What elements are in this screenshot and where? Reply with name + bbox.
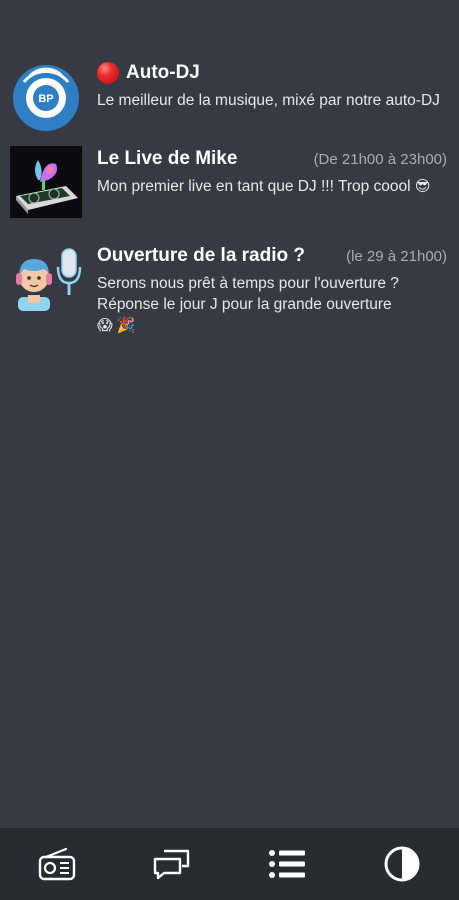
contrast-icon [384,846,420,882]
nav-chat-button[interactable] [142,839,202,889]
list-item[interactable]: BP Auto-DJ Le meilleur de la musique, mi… [0,56,459,146]
nav-list-button[interactable] [257,839,317,889]
show-emoji: 😱 🎉 [97,317,136,334]
show-title-text: Le Live de Mike [97,148,238,169]
show-time: (De 21h00 à 23h00) [313,150,447,168]
show-content: Auto-DJ Le meilleur de la musique, mixé … [97,62,447,111]
show-description: Serons nous prêt à temps pour l'ouvertur… [97,273,447,336]
show-title: Le Live de Mike [97,148,237,170]
list-item[interactable]: Ouverture de la radio ? (le 29 à 21h00) … [0,243,459,353]
radio-logo-thumbnail: BP [10,62,82,134]
show-time: (le 29 à 21h00) [346,247,447,265]
list-icon [268,850,305,878]
show-title-text: Auto-DJ [126,62,200,83]
bottom-navigation [0,828,459,900]
presenter-thumbnail [10,243,82,315]
radio-icon [39,847,76,881]
nav-theme-button[interactable] [372,839,432,889]
show-description: Le meilleur de la musique, mixé par notr… [97,92,440,109]
show-description-text: Serons nous prêt à temps pour l'ouvertur… [97,275,399,313]
show-title: Ouverture de la radio ? [97,245,305,267]
presenter-microphone-icon [16,248,82,311]
show-emoji: 😎 [414,178,431,195]
show-title: Auto-DJ [97,62,200,84]
nav-radio-button[interactable] [27,839,87,889]
dj-turntable-icon [10,146,82,218]
live-indicator-icon [97,62,119,84]
show-description-text: Mon premier live en tant que DJ !!! Trop… [97,178,411,195]
show-title-text: Ouverture de la radio ? [97,245,305,266]
chat-icon [153,849,190,880]
logo-text: BP [38,93,53,105]
radio-logo-icon: BP [13,65,79,131]
show-description: Mon premier live en tant que DJ !!! Trop… [97,176,447,197]
dj-setup-thumbnail [10,146,82,218]
show-list: BP Auto-DJ Le meilleur de la musique, mi… [0,56,459,353]
show-content: Le Live de Mike (De 21h00 à 23h00) Mon p… [97,148,447,197]
show-content: Ouverture de la radio ? (le 29 à 21h00) … [97,245,447,336]
list-item[interactable]: Le Live de Mike (De 21h00 à 23h00) Mon p… [0,146,459,243]
